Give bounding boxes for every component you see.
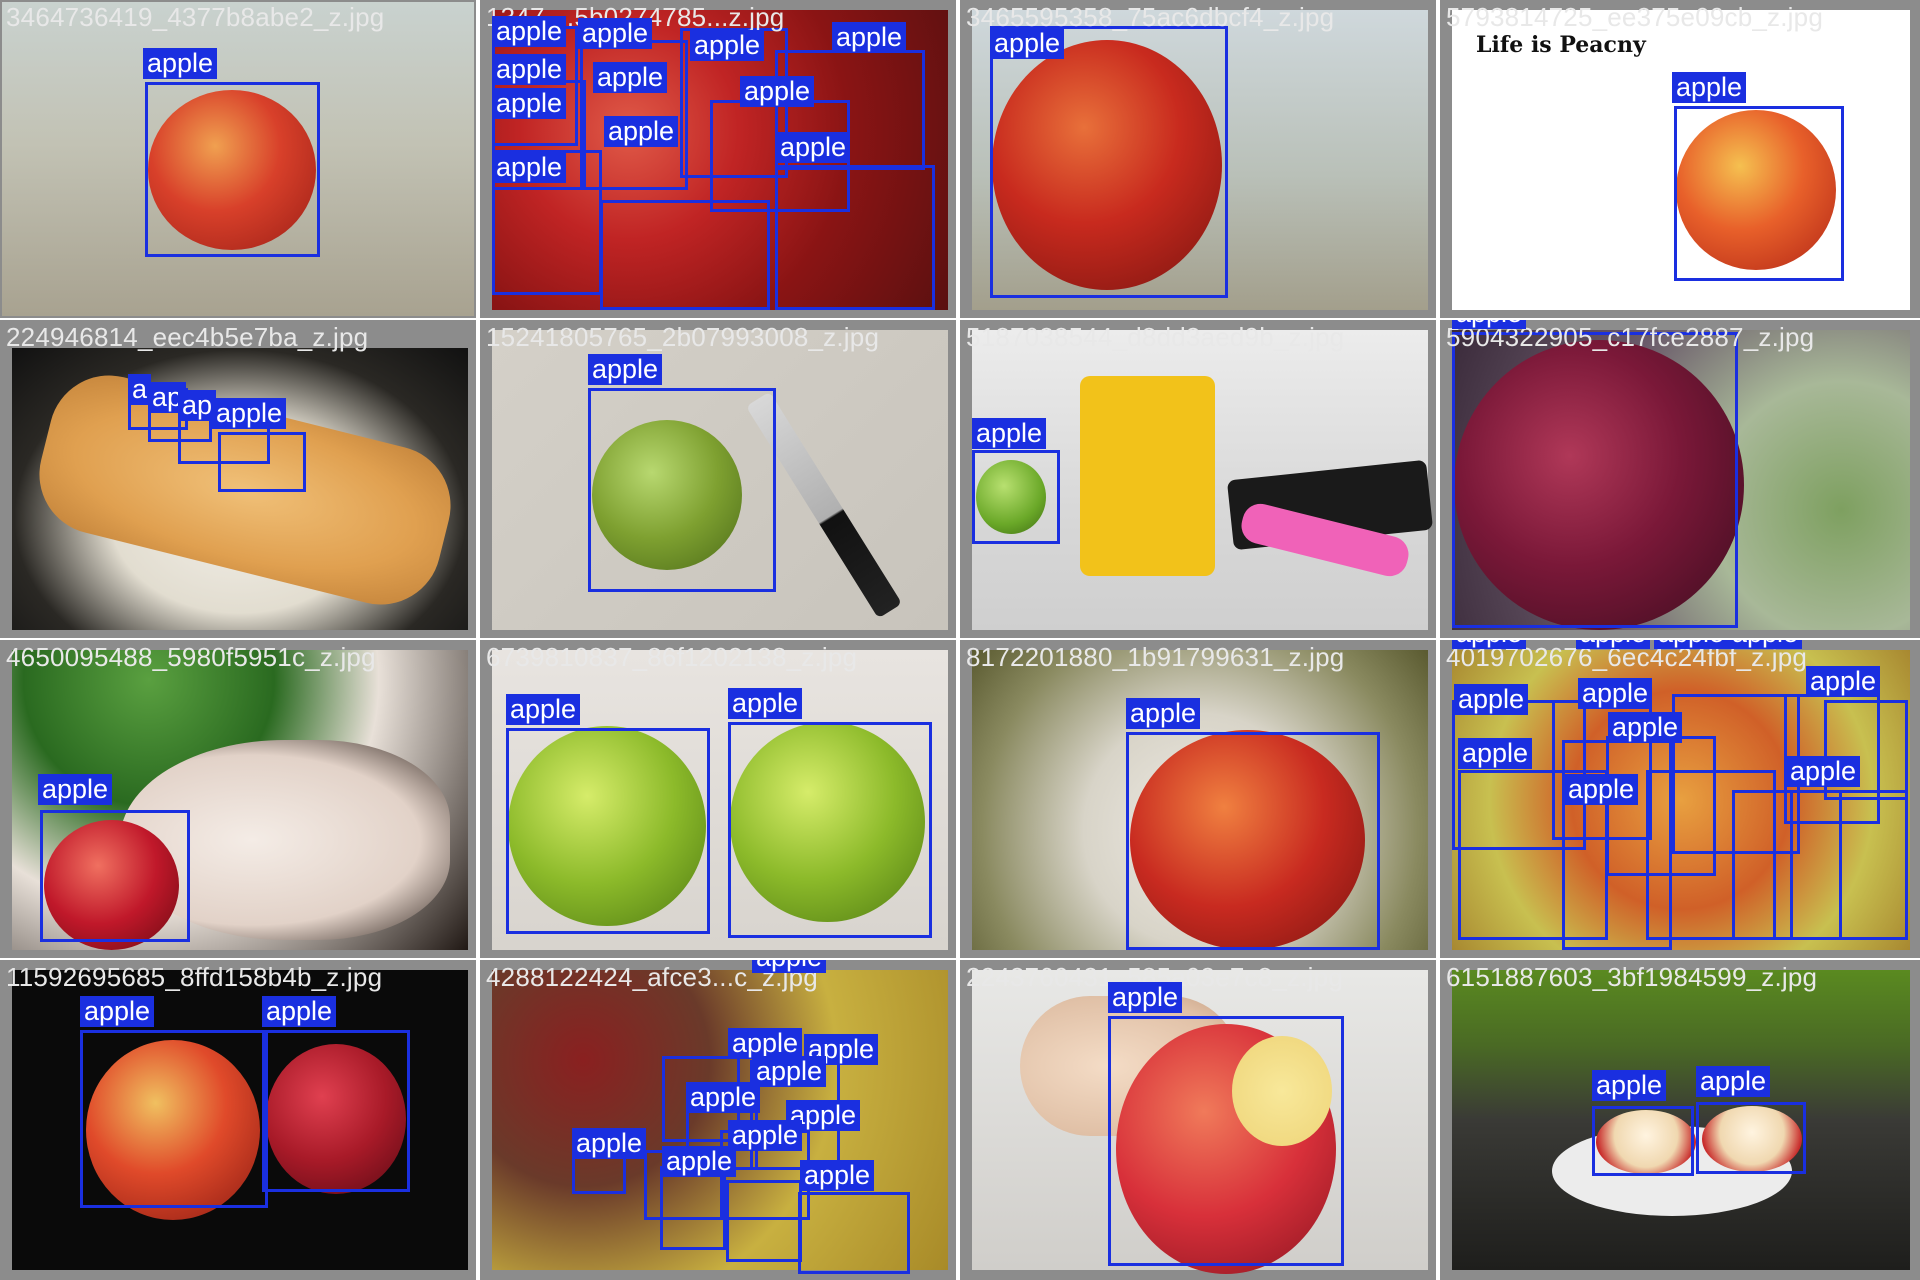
detection-label: apple <box>1654 640 1729 649</box>
photo-caption: Life is Peacny <box>1476 32 1646 58</box>
detection-label: apple <box>972 418 1047 449</box>
bounding-box <box>145 82 320 257</box>
detection-label: apple <box>1452 320 1527 329</box>
bounding-box <box>775 165 935 310</box>
tile-2: 1347....5b0274785...z.jpg apple apple ap… <box>480 0 956 318</box>
detection-label: apple <box>572 1128 647 1159</box>
tile-11: 8172201880_1b91799631_z.jpg apple <box>960 640 1436 958</box>
detection-label: apple <box>1458 738 1533 769</box>
detection-label: apple <box>662 1146 737 1177</box>
detection-label: apple <box>1728 640 1803 649</box>
filename: 5187038544_d8dd3aed9b_z.jpg <box>966 322 1345 352</box>
tile-7: 5187038544_d8dd3aed9b_z.jpg apple <box>960 320 1436 638</box>
filename: 8172201880_1b91799631_z.jpg <box>966 642 1345 672</box>
filename: 4650095488_5980f5951c_z.jpg <box>6 642 376 672</box>
detection-label: apple <box>1592 1070 1667 1101</box>
tile-16: 6151887603_3bf1984599_z.jpg apple apple <box>1440 960 1920 1280</box>
detection-label: apple <box>1126 698 1201 729</box>
detection-label: apple <box>1454 684 1529 715</box>
detection-label: apple <box>492 54 567 85</box>
bounding-box <box>728 722 932 938</box>
tile-10: 6739810837_86f1202138_z.jpg apple apple <box>480 640 956 958</box>
bounding-box <box>1452 332 1738 628</box>
detection-label: apple <box>588 354 663 385</box>
tile-8: 5904322905_c17fce2887_z.jpg apple <box>1440 320 1920 638</box>
detection-label: apple <box>212 398 287 429</box>
filename: 11592695685_8ffd158b4b_z.jpg <box>6 962 383 992</box>
bounding-box <box>588 388 776 592</box>
detection-label: ap <box>178 390 217 421</box>
detection-label: apple <box>492 16 567 47</box>
filename: 6739810837_86f1202138_z.jpg <box>486 642 858 672</box>
bounding-box <box>600 200 770 310</box>
bounding-box <box>1674 106 1844 281</box>
mug-image <box>1080 376 1215 576</box>
bounding-box <box>218 432 306 492</box>
filename: 5793814725_ee375e09cb_z.jpg <box>1446 2 1823 32</box>
tile-6: 15241805765_2b07993008_z.jpg apple <box>480 320 956 638</box>
detection-label: apple <box>1696 1066 1771 1097</box>
detection-label: apple <box>80 996 155 1027</box>
detection-label: apple <box>578 18 653 49</box>
bounding-box <box>1592 1106 1694 1176</box>
filename: 15241805765_2b07993008_z.jpg <box>486 322 880 352</box>
detection-label: apple <box>38 774 113 805</box>
tile-3: 3465595358_75ac6dbcf4_z.jpg apple <box>960 0 1436 318</box>
tile-4: Life is Peacny 5793814725_ee375e09cb_z.j… <box>1440 0 1920 318</box>
detection-label: apple <box>492 88 567 119</box>
bounding-box <box>1126 732 1380 950</box>
bounding-box <box>972 450 1060 544</box>
detection-label: apple <box>506 694 581 725</box>
detection-label: apple <box>800 1160 875 1191</box>
bounding-box <box>1108 1016 1344 1266</box>
bounding-box <box>660 1166 726 1250</box>
detection-label: apple <box>990 28 1065 59</box>
detection-mosaic: 3464736419_4377b8abe2_z.jpg apple 1347..… <box>0 0 1920 1280</box>
bounding-box <box>726 1180 802 1262</box>
detection-label: apple <box>776 132 851 163</box>
tile-9: 4650095488_5980f5951c_z.jpg apple <box>0 640 476 958</box>
detection-label: apple <box>728 688 803 719</box>
filename: 6151887603_3bf1984599_z.jpg <box>1446 962 1818 992</box>
detection-label: apple <box>728 1028 803 1059</box>
bounding-box <box>1696 1102 1806 1174</box>
bounding-box <box>262 1030 410 1192</box>
tile-15: 2243760431_585a03e7c8_z.jpg apple <box>960 960 1436 1280</box>
tile-12: 4019702676_6ec4c24fbf_z.jpg apple apple … <box>1440 640 1920 958</box>
detection-label: apple <box>686 1082 761 1113</box>
detection-label: apple <box>604 116 679 147</box>
detection-label: apple <box>1672 72 1747 103</box>
detection-label: apple <box>143 48 218 79</box>
detection-label: apple <box>752 1056 827 1087</box>
bounding-box <box>798 1192 910 1274</box>
tile-1: 3464736419_4377b8abe2_z.jpg apple <box>0 0 476 318</box>
detection-label: apple <box>1108 982 1183 1013</box>
detection-label: apple <box>728 1120 803 1151</box>
detection-label: apple <box>492 152 567 183</box>
detection-label: apple <box>1578 678 1653 709</box>
tile-13: 11592695685_8ffd158b4b_z.jpg apple apple <box>0 960 476 1280</box>
filename: 3464736419_4377b8abe2_z.jpg <box>6 2 385 32</box>
bounding-box <box>80 1030 268 1208</box>
detection-label: apple <box>1786 756 1861 787</box>
detection-label: apple <box>1608 712 1683 743</box>
detection-label: apple <box>832 22 907 53</box>
detection-label: apple <box>593 62 668 93</box>
tile-5: 224946814_eec4b5e7ba_z.jpg a ap ap apple <box>0 320 476 638</box>
bounding-box <box>506 728 710 934</box>
detection-label: apple <box>752 960 827 973</box>
detection-label: apple <box>1564 774 1639 805</box>
detection-label: apple <box>262 996 337 1027</box>
detection-label: apple <box>1452 640 1527 649</box>
bounding-box <box>990 26 1228 298</box>
tile-14: 4288122424_afce3...c_z.jpg apple apple a… <box>480 960 956 1280</box>
detection-label: apple <box>1576 640 1651 649</box>
bounding-box <box>1790 790 1908 940</box>
bounding-box <box>40 810 190 942</box>
detection-label: apple <box>690 30 765 61</box>
detection-label: apple <box>740 76 815 107</box>
filename: 224946814_eec4b5e7ba_z.jpg <box>6 322 369 352</box>
detection-label: apple <box>1806 666 1881 697</box>
